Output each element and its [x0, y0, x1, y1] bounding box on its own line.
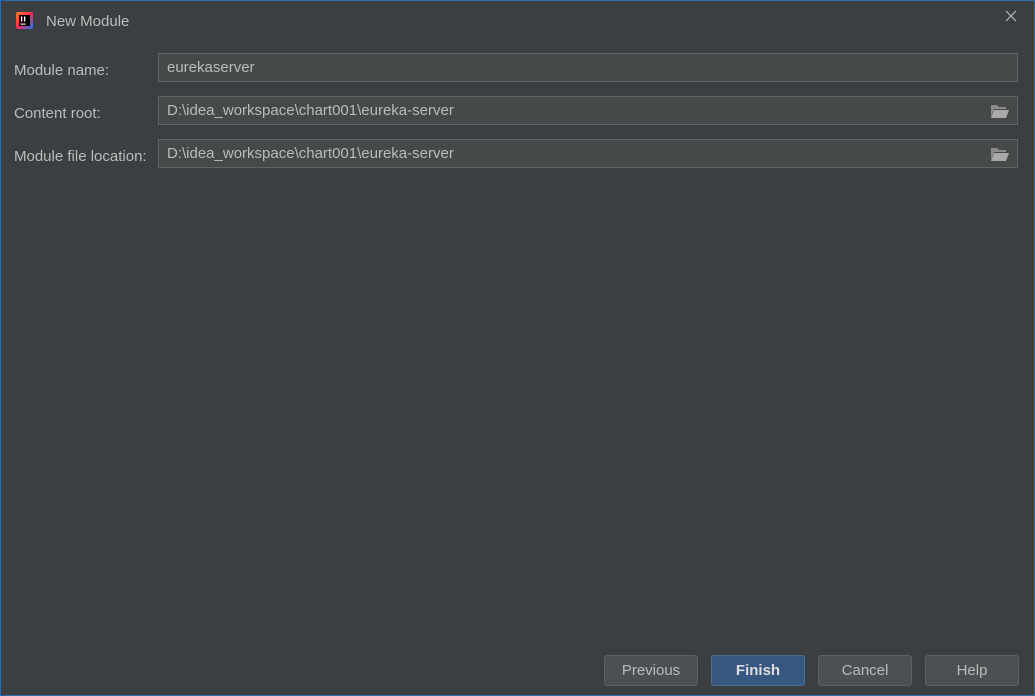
- cancel-button[interactable]: Cancel: [818, 655, 912, 686]
- content-root-field[interactable]: [158, 96, 1018, 125]
- content-root-input[interactable]: [159, 97, 979, 124]
- close-icon[interactable]: [1002, 7, 1020, 25]
- module-name-input[interactable]: [159, 54, 1014, 81]
- dialog-title: New Module: [46, 13, 130, 30]
- module-file-location-input[interactable]: [159, 140, 979, 167]
- previous-button[interactable]: Previous: [604, 655, 698, 686]
- title-bar: New Module: [1, 1, 1034, 41]
- module-file-location-label: Module file location:: [14, 148, 147, 165]
- module-file-location-field[interactable]: [158, 139, 1018, 168]
- help-button[interactable]: Help: [925, 655, 1019, 686]
- folder-open-icon[interactable]: [990, 103, 1010, 119]
- finish-button[interactable]: Finish: [711, 655, 805, 686]
- folder-open-icon[interactable]: [990, 146, 1010, 162]
- intellij-idea-icon: [16, 12, 33, 29]
- new-module-dialog: New Module Module name: Content root: Mo…: [0, 0, 1035, 696]
- module-name-label: Module name:: [14, 62, 110, 79]
- module-name-field[interactable]: [158, 53, 1018, 82]
- content-root-label: Content root:: [14, 105, 101, 122]
